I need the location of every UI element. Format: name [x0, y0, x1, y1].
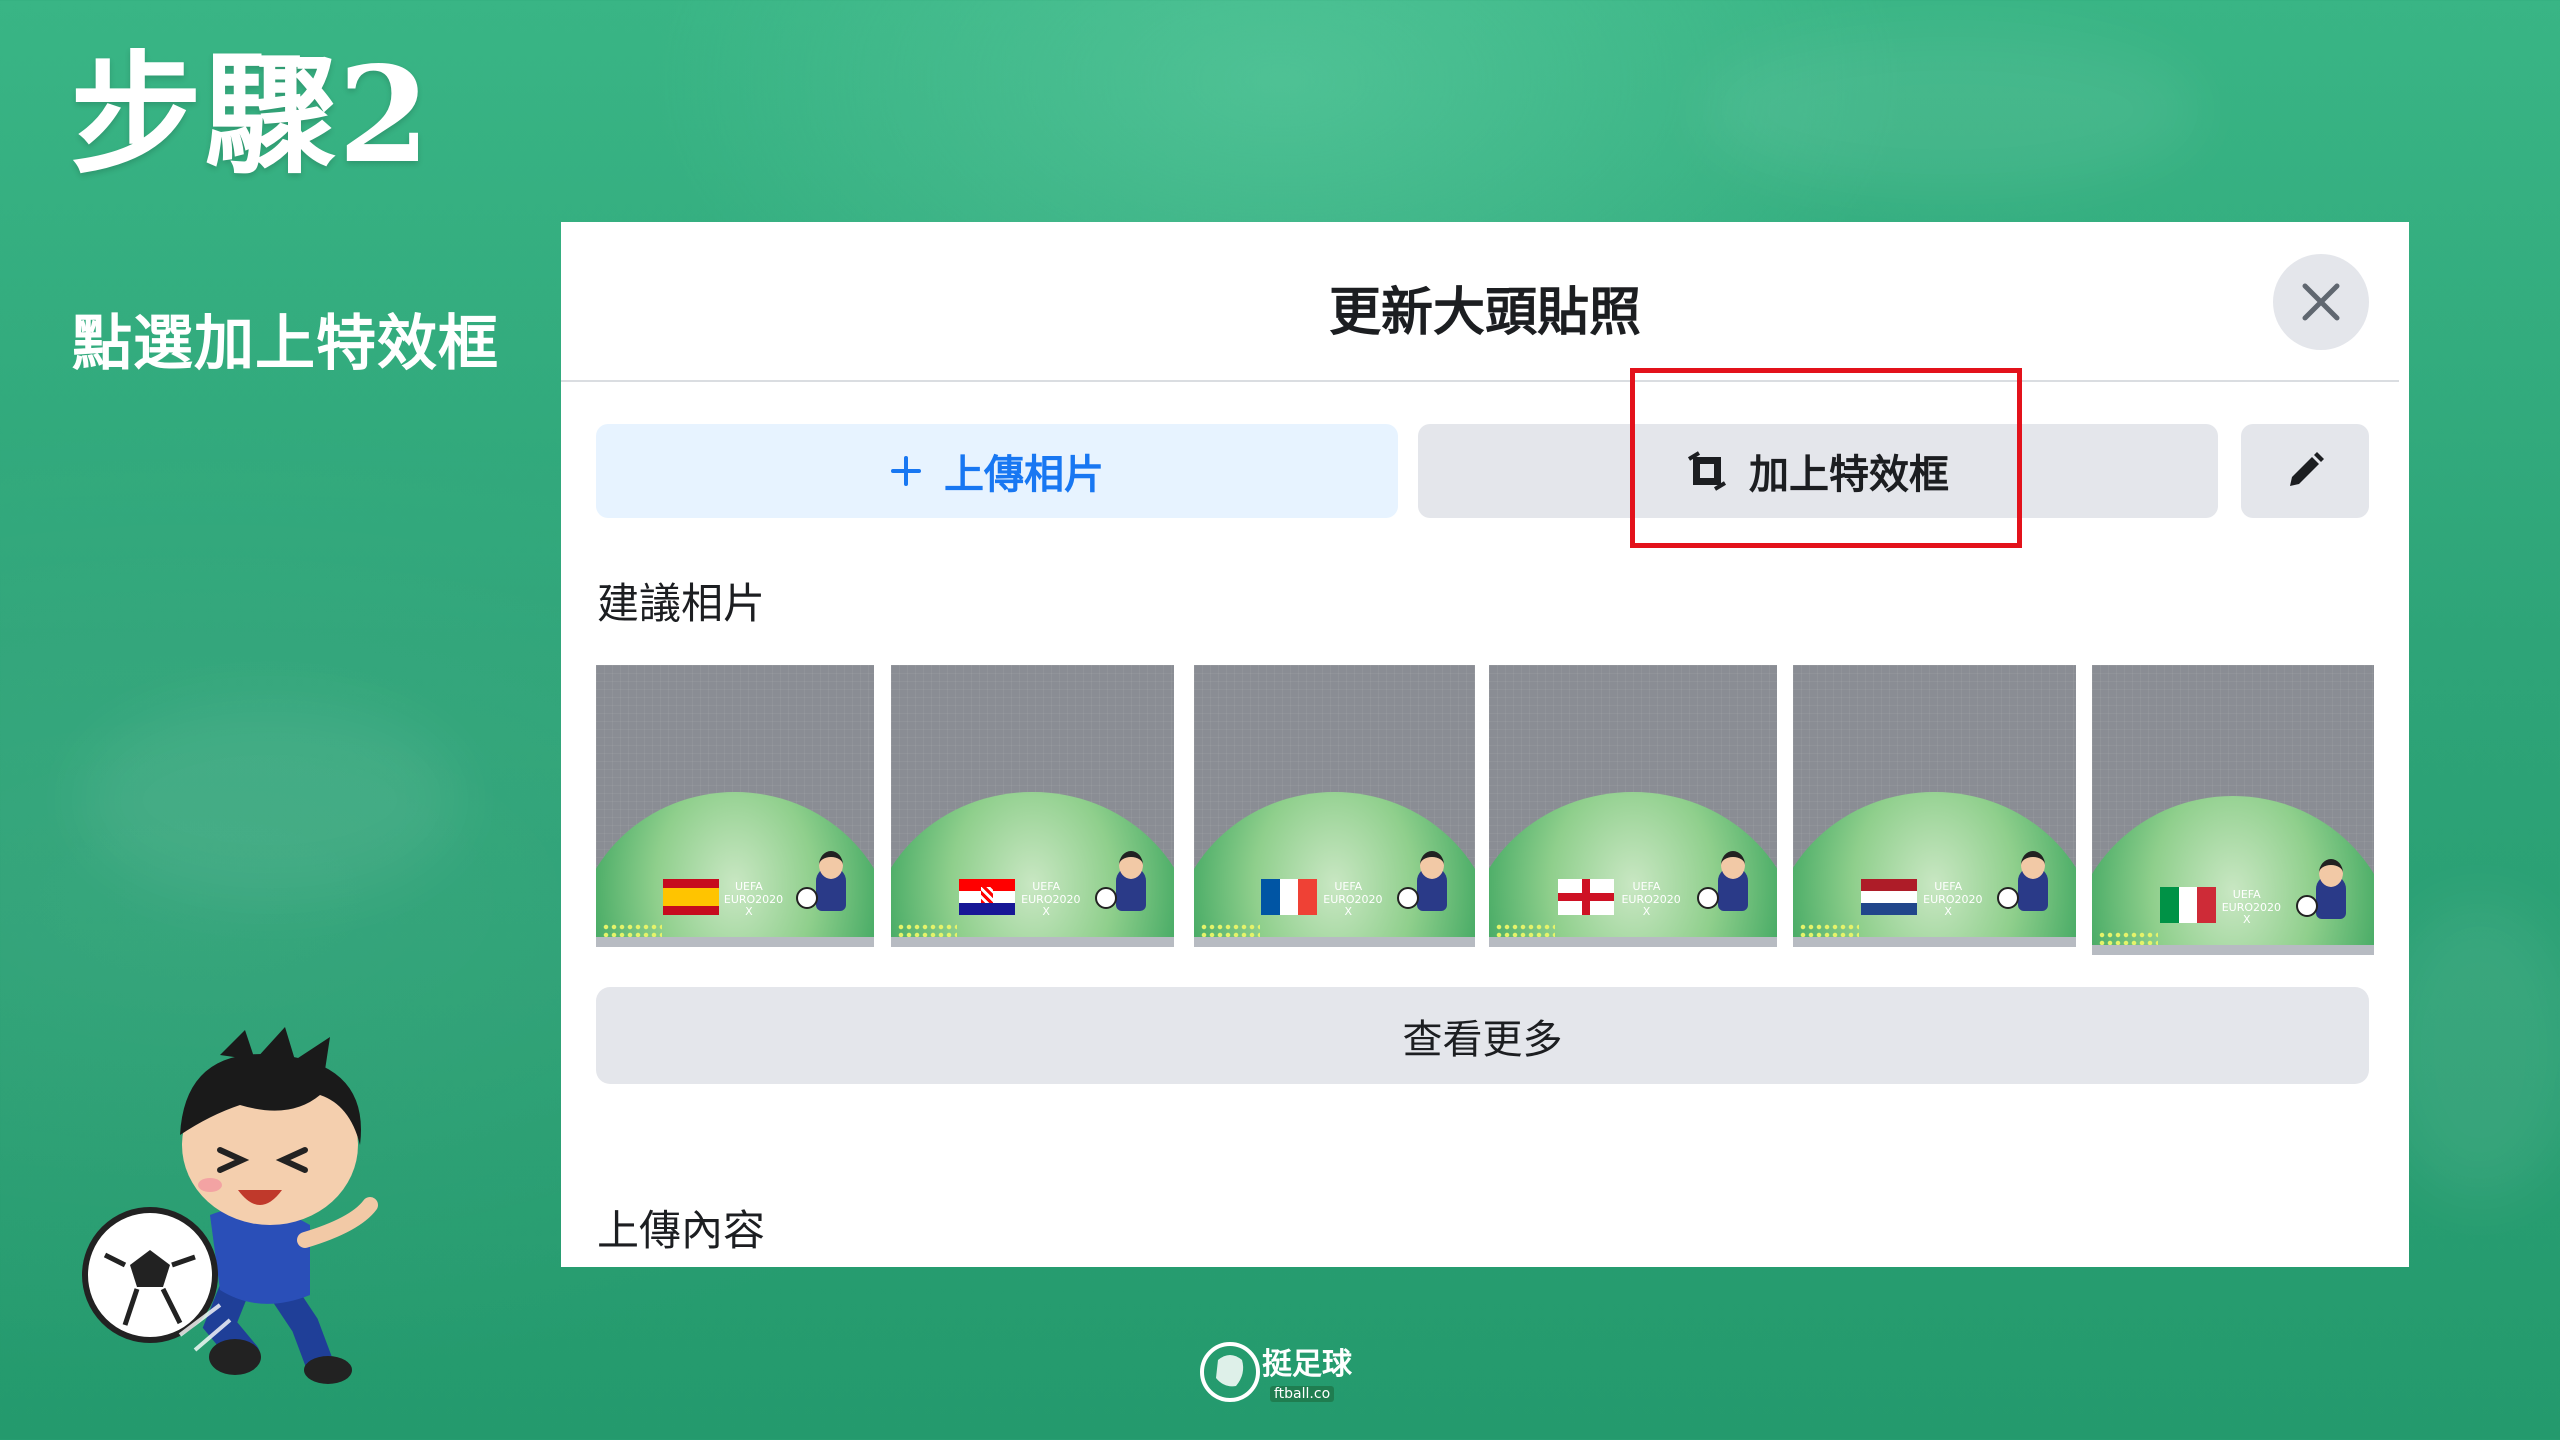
euro-label: UEFA EURO2020 X: [1621, 880, 1681, 919]
background-glow: [80, 700, 460, 900]
uploads-label: 上傳內容: [597, 1206, 766, 1255]
pencil-icon: [2290, 452, 2324, 486]
step-subtitle: 點選加上特效框: [72, 309, 499, 379]
update-profile-picture-dialog: 更新大頭貼照 上傳相片 加上特效框 建議相片 UEFA EURO2020 X U…: [561, 222, 2409, 1267]
euro-label: UEFA EURO2020 X: [1923, 880, 1983, 919]
edit-button[interactable]: [2241, 424, 2369, 518]
background-glow: [1700, 30, 2200, 190]
dialog-header: 更新大頭貼照: [561, 222, 2409, 380]
suggested-photos-label: 建議相片: [597, 579, 766, 628]
player-icon: [2315, 859, 2346, 919]
dots-decoration: [897, 923, 957, 937]
dialog-title: 更新大頭貼照: [1328, 283, 1641, 343]
euro-label: UEFA EURO2020 X: [2221, 888, 2282, 927]
suggested-photo[interactable]: UEFA EURO2020 X: [1793, 665, 2076, 947]
logo-text: 挺足球: [1262, 1347, 1352, 1382]
header-divider: [561, 380, 2399, 382]
player-icon: [1718, 851, 1749, 911]
plus-icon: [890, 455, 922, 487]
euro-label: UEFA EURO2020 X: [723, 880, 784, 919]
england-flag-icon: [1558, 879, 1615, 915]
player-icon: [1416, 851, 1447, 911]
frame-bottom-bar: [1489, 937, 1777, 947]
frame-bottom-bar: [891, 937, 1174, 947]
suggested-photo[interactable]: UEFA EURO2020 X: [891, 665, 1174, 947]
player-icon: [2017, 851, 2048, 911]
euro-label: UEFA EURO2020 X: [1021, 880, 1081, 919]
netherlands-flag-icon: [1860, 879, 1917, 915]
euro-label: UEFA EURO2020 X: [1323, 880, 1383, 919]
suggested-photos-row: UEFA EURO2020 X UEFA EURO2020 X UEFA EUR…: [596, 665, 2374, 955]
dots-decoration: [1495, 923, 1555, 937]
logo-subtext: ftball.co: [1270, 1386, 1335, 1402]
france-flag-icon: [1261, 879, 1318, 915]
dots-decoration: [2098, 931, 2158, 945]
upload-photo-label: 上傳相片: [944, 452, 1104, 498]
dots-decoration: [1799, 923, 1859, 937]
close-button[interactable]: [2273, 254, 2369, 350]
frame-bottom-bar: [596, 937, 874, 947]
frame-bottom-bar: [2092, 945, 2374, 955]
suggested-photo[interactable]: UEFA EURO2020 X: [596, 665, 874, 947]
suggested-photo[interactable]: UEFA EURO2020 X: [1194, 665, 1475, 947]
highlight-box: [1630, 368, 2022, 548]
soccer-ball-icon: [1396, 887, 1419, 909]
soccer-ball-icon: [2295, 895, 2318, 917]
upload-photo-button[interactable]: 上傳相片: [596, 424, 1398, 518]
frame-bottom-bar: [1194, 937, 1475, 947]
close-icon: [2302, 283, 2340, 321]
spain-flag-icon: [662, 879, 719, 915]
dots-decoration: [602, 923, 662, 937]
step-title: 步驟2: [70, 38, 432, 193]
player-icon: [816, 851, 847, 911]
player-icon: [1115, 851, 1146, 911]
frame-bottom-bar: [1793, 937, 2076, 947]
dots-decoration: [1200, 923, 1260, 937]
suggested-photo[interactable]: UEFA EURO2020 X: [2092, 665, 2374, 955]
mascot-soccer-player-icon: [82, 1027, 378, 1384]
italy-flag-icon: [2159, 887, 2216, 923]
see-more-button[interactable]: 查看更多: [596, 987, 2369, 1084]
croatia-flag-icon: [958, 879, 1015, 915]
suggested-photo[interactable]: UEFA EURO2020 X: [1489, 665, 1777, 947]
